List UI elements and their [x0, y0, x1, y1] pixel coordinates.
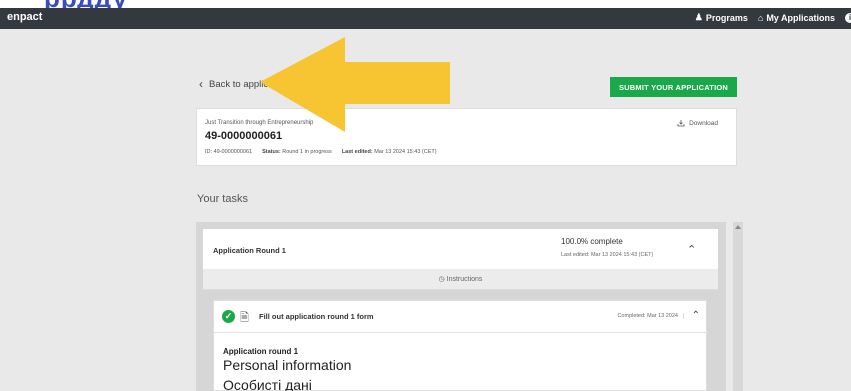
nav-my-applications-label: My Applications: [766, 12, 835, 23]
chevron-up-icon[interactable]: ⌃: [692, 310, 700, 321]
instructions-label: Instructions: [446, 276, 483, 283]
instructions-bar[interactable]: ◷ Instructions: [203, 269, 718, 290]
home-icon: ⌂: [757, 12, 764, 23]
download-label: Download: [689, 119, 718, 127]
arrow-overlay: [260, 37, 450, 132]
meta-status: Status: Round 1 in progress: [262, 149, 332, 155]
user-icon: ♟: [694, 12, 703, 22]
nav-programs-label: Programs: [705, 12, 748, 23]
nav-right: ♟ Programs ⌂ My Applications i: [695, 12, 851, 23]
info-icon[interactable]: i: [845, 12, 851, 23]
check-circle-icon: ✓: [222, 310, 235, 323]
meta-last-edited: Last edited: Mar 13 2024 15:43 (CET): [341, 149, 437, 155]
application-round-card[interactable]: Application Round 1 100.0% complete Last…: [203, 229, 718, 269]
instructions-toggle[interactable]: ◷ Instructions: [203, 275, 718, 283]
scrollbar[interactable]: [733, 222, 743, 391]
task-card: ✓ 🗎 Fill out application round 1 form Co…: [213, 300, 708, 391]
form-round-label: Application round 1: [223, 347, 299, 356]
scroll-up-icon[interactable]: [735, 225, 741, 229]
tasks-title: Your tasks: [197, 193, 248, 205]
document-icon: 🗎: [240, 312, 249, 324]
form-heading-uk: Особисті дані: [223, 377, 312, 391]
form-heading-en: Personal information: [223, 357, 352, 373]
meta-id: ID: 49-0000000061: [205, 149, 253, 155]
chevron-up-icon[interactable]: ⌃: [687, 243, 696, 256]
task-title[interactable]: Fill out application round 1 form: [259, 312, 374, 321]
overlay-text: ррдду: [44, 0, 128, 8]
brand-logo[interactable]: enpact: [7, 11, 42, 23]
overlay-top-strip: ррдду: [0, 0, 851, 8]
task-completed-date: Completed: Mar 13 2024: [617, 313, 684, 319]
round-last-edited: Last edited: Mar 13 2024 15:43 (CET): [561, 252, 654, 258]
clock-icon: ◷: [438, 276, 445, 283]
application-meta: ID: 49-0000000061 Status: Round 1 in pro…: [205, 149, 437, 155]
top-navbar: enpact ♟ Programs ⌂ My Applications i: [0, 8, 851, 29]
chevron-left-icon: ‹: [199, 77, 203, 91]
download-icon: [677, 120, 685, 127]
round-progress: 100.0% complete: [561, 237, 623, 246]
submit-application-button[interactable]: SUBMIT YOUR APPLICATION: [610, 77, 737, 97]
task-header[interactable]: ✓ 🗎 Fill out application round 1 form Co…: [214, 301, 708, 333]
nav-my-applications[interactable]: ⌂ My Applications: [758, 13, 835, 23]
round-title: Application Round 1: [213, 246, 286, 255]
nav-programs[interactable]: ♟ Programs: [695, 12, 748, 23]
download-button[interactable]: Download: [677, 119, 718, 127]
